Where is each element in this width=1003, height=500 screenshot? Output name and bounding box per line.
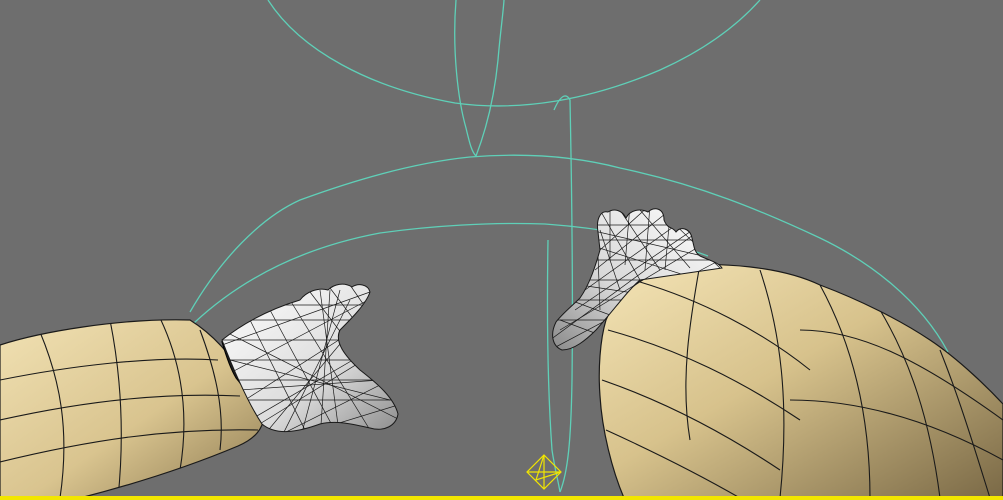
viewport-canvas[interactable] bbox=[0, 0, 1003, 500]
3d-viewport[interactable] bbox=[0, 0, 1003, 500]
viewport-bottom-border bbox=[0, 496, 1003, 500]
